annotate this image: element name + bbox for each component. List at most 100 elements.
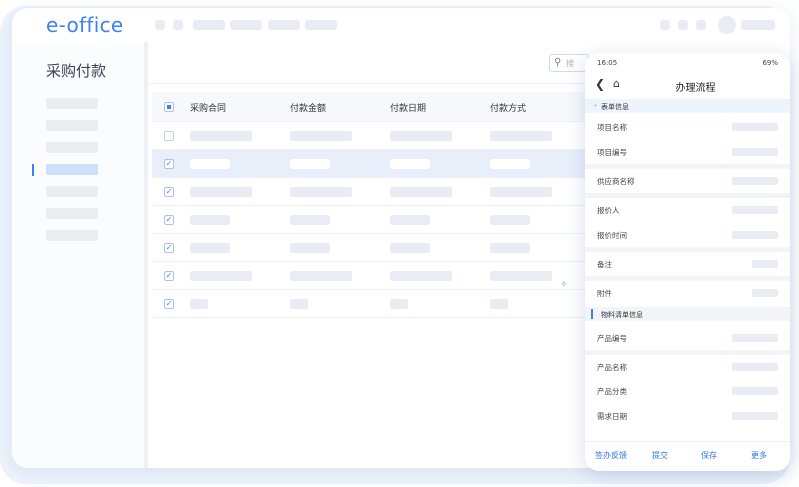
- cell-amount: [290, 159, 330, 169]
- field-value: [732, 177, 778, 185]
- field-value: [752, 289, 778, 297]
- sidebar-item[interactable]: [46, 120, 98, 131]
- section-accent-bar: [591, 309, 593, 319]
- table-row[interactable]: [152, 122, 602, 150]
- cell-method: [490, 271, 552, 281]
- top-nav-placeholder-3[interactable]: [193, 20, 225, 30]
- chevron-down-icon: ⌄: [593, 101, 599, 108]
- sidebar-item-active[interactable]: [46, 164, 98, 175]
- field-value: [732, 148, 778, 156]
- form-field[interactable]: 报价时间: [585, 223, 790, 247]
- cell-contract: [190, 159, 230, 169]
- feedback-button[interactable]: 签办反馈: [595, 450, 627, 461]
- top-nav-placeholder-2[interactable]: [173, 20, 183, 30]
- sidebar-title: 采购付款: [46, 62, 107, 80]
- table-row[interactable]: ✓: [152, 206, 602, 234]
- column-header-amount[interactable]: 付款金额: [290, 101, 326, 114]
- form-field[interactable]: 产品名称: [585, 355, 790, 379]
- field-label: 需求日期: [597, 412, 627, 421]
- field-value: [732, 231, 778, 239]
- cell-contract: [190, 299, 208, 309]
- table-row[interactable]: ✓: [152, 178, 602, 206]
- row-checkbox[interactable]: ✓: [164, 159, 174, 169]
- field-label: 项目名称: [597, 123, 627, 132]
- form-field[interactable]: 产品编号: [585, 326, 790, 350]
- cell-date: [390, 131, 452, 141]
- column-header-method[interactable]: 付款方式: [490, 101, 526, 114]
- save-button[interactable]: 保存: [701, 450, 717, 461]
- top-nav-placeholder-1[interactable]: [155, 20, 165, 30]
- mobile-phone-preview: 16:05 69% ❮ ⌂ 办理流程 ⌄ 表单信息 项目名称 项目编号 供应商名…: [585, 53, 790, 471]
- row-checkbox[interactable]: [164, 131, 174, 141]
- top-tool-icon-3[interactable]: [696, 20, 706, 30]
- cell-date: [390, 215, 430, 225]
- form-field[interactable]: 项目名称: [585, 115, 790, 139]
- cell-contract: [190, 215, 230, 225]
- sidebar-item[interactable]: [46, 230, 98, 241]
- table-row[interactable]: ✓: [152, 290, 602, 318]
- field-label: 项目编号: [597, 148, 627, 157]
- cell-method: [490, 215, 530, 225]
- field-label: 产品分类: [597, 387, 627, 396]
- column-header-date[interactable]: 付款日期: [390, 101, 426, 114]
- sidebar-item[interactable]: [46, 186, 98, 197]
- form-field[interactable]: 附件: [585, 281, 790, 305]
- status-battery: 69%: [762, 59, 778, 67]
- top-nav-placeholder-4[interactable]: [230, 20, 262, 30]
- select-all-checkbox[interactable]: [164, 102, 174, 112]
- cell-date: [390, 187, 452, 197]
- table-row-selected[interactable]: ✓: [152, 150, 602, 178]
- form-field[interactable]: 备注: [585, 252, 790, 276]
- crosshair-cursor-icon: ✧: [560, 280, 568, 290]
- top-tool-icon-1[interactable]: [660, 20, 670, 30]
- section-material-info[interactable]: 物料清单信息: [585, 307, 790, 321]
- field-value: [732, 363, 778, 371]
- cell-method: [490, 243, 530, 253]
- section-material-title: 物料清单信息: [601, 311, 643, 319]
- more-button[interactable]: 更多: [751, 450, 767, 461]
- field-label: 产品名称: [597, 363, 627, 372]
- status-time: 16:05: [597, 59, 618, 67]
- search-icon: ⚲: [554, 57, 562, 68]
- column-header-contract[interactable]: 采购合同: [190, 101, 226, 114]
- submit-button[interactable]: 提交: [652, 450, 668, 461]
- form-field[interactable]: 项目编号: [585, 140, 790, 164]
- form-field[interactable]: 供应商名称: [585, 169, 790, 193]
- cell-method: [490, 187, 552, 197]
- field-value: [732, 123, 778, 131]
- section-form-info[interactable]: ⌄ 表单信息: [585, 99, 790, 113]
- sidebar-item[interactable]: [46, 142, 98, 153]
- form-field[interactable]: 产品分类: [585, 379, 790, 403]
- field-label: 产品编号: [597, 334, 627, 343]
- field-label: 报价时间: [597, 231, 627, 240]
- field-label: 供应商名称: [597, 177, 635, 186]
- top-nav-placeholder-6[interactable]: [305, 20, 337, 30]
- form-field[interactable]: 需求日期: [585, 404, 790, 428]
- row-checkbox[interactable]: ✓: [164, 215, 174, 225]
- form-field[interactable]: 报价人: [585, 198, 790, 222]
- phone-nav-title: 办理流程: [675, 83, 716, 94]
- phone-footer-actions: 签办反馈 提交 保存 更多: [585, 441, 790, 471]
- avatar[interactable]: [718, 16, 736, 34]
- phone-nav-bar: ❮ ⌂ 办理流程: [585, 73, 790, 97]
- cell-method: [490, 299, 508, 309]
- sidebar-active-marker: [32, 164, 34, 176]
- sidebar-item[interactable]: [46, 98, 98, 109]
- search-input[interactable]: ⚲ 搜: [549, 54, 589, 72]
- cell-date: [390, 243, 430, 253]
- row-checkbox[interactable]: ✓: [164, 187, 174, 197]
- app-logo: e-office: [46, 13, 124, 37]
- table-row[interactable]: ✓: [152, 234, 602, 262]
- user-name-placeholder[interactable]: [741, 20, 775, 30]
- field-value: [732, 206, 778, 214]
- top-tool-icon-2[interactable]: [678, 20, 688, 30]
- table-row[interactable]: ✓: [152, 262, 602, 290]
- top-bar: e-office: [12, 8, 790, 42]
- field-value: [732, 387, 778, 395]
- row-checkbox[interactable]: ✓: [164, 243, 174, 253]
- top-nav-placeholder-5[interactable]: [268, 20, 300, 30]
- row-checkbox[interactable]: ✓: [164, 271, 174, 281]
- sidebar-item[interactable]: [46, 208, 98, 219]
- row-checkbox[interactable]: ✓: [164, 299, 174, 309]
- cell-contract: [190, 187, 252, 197]
